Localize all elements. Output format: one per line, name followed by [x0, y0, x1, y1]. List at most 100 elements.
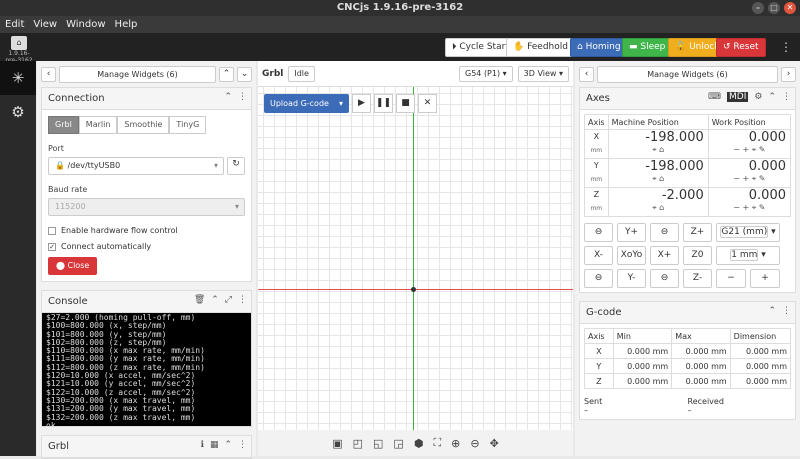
menu-window[interactable]: Window — [66, 16, 105, 33]
go-home-icon[interactable]: ⌖ — [652, 145, 657, 154]
widget-menu-icon[interactable]: ⋮ — [782, 92, 791, 102]
tab-tinyg[interactable]: TinyG — [169, 116, 207, 134]
menu-edit[interactable]: Edit — [5, 16, 24, 33]
zoom-fit-icon[interactable]: ⛶ — [433, 436, 441, 450]
reset-button[interactable]: ↺ Reset — [716, 38, 766, 57]
mdi-toggle[interactable]: MDI — [727, 92, 749, 102]
edit-icon[interactable]: ✎ — [759, 174, 766, 183]
view-3d-icon[interactable]: ▣ — [332, 437, 342, 450]
plus-icon[interactable]: + — [742, 203, 749, 212]
step-increase-button[interactable]: + — [750, 269, 780, 288]
jog-y-plus[interactable]: Y+ — [617, 223, 646, 242]
wcs-select[interactable]: G54 (P1) ▾ — [459, 65, 513, 82]
tab-marlin[interactable]: Marlin — [78, 116, 118, 134]
chevron-down-icon[interactable]: ⌄ — [237, 66, 252, 82]
widget-menu-icon[interactable]: ⋮ — [782, 306, 791, 316]
view-right-icon[interactable]: ⬢ — [414, 437, 424, 450]
jog-z-plus[interactable]: Z+ — [683, 223, 712, 242]
minus-icon[interactable]: − — [733, 203, 740, 212]
jog-xy-minus-icon[interactable]: ⊖ — [584, 223, 613, 242]
widget-menu-icon[interactable]: ⋮ — [238, 440, 247, 450]
menu-view[interactable]: View — [33, 16, 57, 33]
expand-icon[interactable]: ⤢ — [225, 295, 232, 305]
edit-icon[interactable]: ✎ — [759, 203, 766, 212]
settings-gear-icon[interactable]: ⚙ — [0, 95, 36, 129]
zero-icon[interactable]: ⌖ — [752, 145, 757, 154]
minimize-icon[interactable]: – — [752, 2, 764, 14]
home-icon[interactable]: ⌂ — [659, 203, 664, 212]
close-file-icon[interactable]: ✕ — [417, 94, 437, 113]
view-top-icon[interactable]: ◰ — [353, 437, 363, 450]
jog-xy-plus2-icon[interactable]: ⊖ — [650, 269, 679, 288]
plus-icon[interactable]: + — [742, 174, 749, 183]
baud-select[interactable]: 115200 ▾ — [48, 198, 245, 216]
view-front-icon[interactable]: ◱ — [373, 437, 383, 450]
dropdown-caret-icon[interactable]: ▾ — [339, 94, 343, 113]
console-output[interactable]: $27=2.000 (homing pull-off, mm) $100=800.… — [42, 313, 251, 426]
collapse-icon[interactable]: ⌃ — [768, 92, 776, 102]
move-icon[interactable]: ✥ — [490, 437, 499, 450]
jog-y-minus[interactable]: Y- — [617, 269, 646, 288]
gear-icon[interactable]: ⚙ — [754, 92, 762, 102]
homing-button[interactable]: ⌂ Homing — [570, 38, 628, 57]
zero-icon[interactable]: ⌖ — [752, 203, 757, 212]
home-icon[interactable]: ⌂ — [659, 174, 664, 183]
minus-icon[interactable]: − — [733, 174, 740, 183]
manage-widgets-button[interactable]: Manage Widgets (6) — [59, 65, 216, 83]
collapse-left-icon[interactable]: ‹ — [41, 66, 56, 82]
zero-icon[interactable]: ⌖ — [752, 174, 757, 183]
work-position[interactable]: 0.000 — [709, 130, 790, 145]
step-decrease-button[interactable]: − — [716, 269, 746, 288]
jog-xy-plus-icon[interactable]: ⊖ — [650, 223, 679, 242]
collapse-icon[interactable]: ⌃ — [211, 295, 219, 305]
tab-smoothie[interactable]: Smoothie — [117, 116, 170, 134]
upload-gcode-button[interactable]: Upload G-code ▾ — [264, 94, 349, 113]
visualizer-canvas[interactable] — [258, 87, 573, 430]
minus-icon[interactable]: − — [733, 145, 740, 154]
view-left-icon[interactable]: ◲ — [393, 437, 403, 450]
widget-menu-icon[interactable]: ⋮ — [238, 295, 247, 305]
tab-grbl[interactable]: Grbl — [48, 116, 79, 134]
go-home-icon[interactable]: ⌖ — [652, 174, 657, 183]
step-select[interactable]: 1 mm ▾ — [716, 246, 780, 265]
widget-menu-icon[interactable]: ⋮ — [238, 92, 247, 102]
go-xy-zero[interactable]: XoYo — [617, 246, 646, 265]
port-select[interactable]: 🔒 /dev/ttyUSB0 ▾ — [48, 157, 224, 175]
play-icon[interactable]: ▶ — [351, 94, 371, 113]
expand-right-icon[interactable]: › — [781, 66, 796, 82]
home-icon[interactable]: ⌂ — [659, 145, 664, 154]
stop-icon[interactable]: ■ — [395, 94, 415, 113]
feedhold-button[interactable]: ✋ Feedhold — [506, 38, 575, 57]
plus-icon[interactable]: + — [742, 145, 749, 154]
jog-z-minus[interactable]: Z- — [683, 269, 712, 288]
keyboard-icon[interactable]: ⌨ — [708, 92, 721, 102]
close-window-icon[interactable]: ✕ — [784, 2, 796, 14]
jog-x-plus[interactable]: X+ — [650, 246, 679, 265]
go-home-icon[interactable]: ⌖ — [652, 203, 657, 212]
jog-x-minus[interactable]: X- — [584, 246, 613, 265]
work-position[interactable]: 0.000 — [709, 188, 790, 203]
pause-icon[interactable]: ❚❚ — [373, 94, 393, 113]
trash-icon[interactable]: 🗑 — [194, 295, 205, 305]
more-menu-icon[interactable]: ⋮ — [780, 40, 792, 54]
menu-help[interactable]: Help — [115, 16, 138, 33]
info-icon[interactable]: ℹ — [201, 440, 204, 450]
go-z-zero[interactable]: Z0 — [683, 246, 712, 265]
auto-connect-checkbox[interactable]: ✓ — [48, 242, 56, 251]
collapse-icon[interactable]: ⌃ — [224, 92, 232, 102]
work-position[interactable]: 0.000 — [709, 159, 790, 174]
zoom-in-icon[interactable]: ⊕ — [451, 437, 460, 450]
view-select[interactable]: 3D View ▾ — [517, 65, 569, 82]
maximize-icon[interactable]: □ — [768, 2, 780, 14]
chevron-up-icon[interactable]: ⌃ — [219, 66, 234, 82]
refresh-icon[interactable]: ↻ — [227, 157, 245, 175]
units-select[interactable]: G21 (mm) ▾ — [716, 223, 780, 242]
grid-icon[interactable]: ▦ — [210, 440, 219, 450]
collapse-icon[interactable]: ⌃ — [768, 306, 776, 316]
zoom-out-icon[interactable]: ⊖ — [470, 437, 479, 450]
workspace-icon[interactable]: ✳ — [0, 61, 36, 95]
edit-icon[interactable]: ✎ — [759, 145, 766, 154]
jog-xy-minus2-icon[interactable]: ⊖ — [584, 269, 613, 288]
collapse-right-icon[interactable]: ‹ — [579, 66, 594, 82]
hw-flow-checkbox[interactable] — [48, 226, 56, 235]
